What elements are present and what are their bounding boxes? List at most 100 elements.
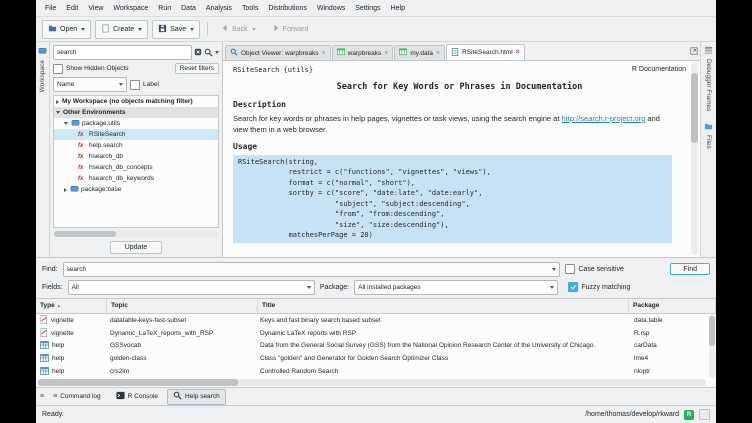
menu-distributions[interactable]: Distributions [263,5,312,12]
search-r-project-link[interactable]: http://search.r-project.org [562,114,646,123]
tab-help-search[interactable]: Help search [167,389,226,405]
label-checkbox[interactable] [130,80,140,90]
update-button[interactable]: Update [110,241,163,254]
table-row[interactable]: help GSSvocab Data from the General Soci… [36,339,716,352]
tree-label: package:utils [82,120,120,127]
back-arrow-icon [221,24,229,34]
close-tab-icon[interactable]: × [322,50,326,57]
help-icon [40,341,49,351]
package-icon [71,118,80,129]
save-button[interactable]: Save [152,20,200,39]
files-dock-tab[interactable]: Files [704,122,713,149]
tree-label: My Workspace (no objects matching filter… [62,98,193,105]
debugger-frames-dock-tab[interactable]: Debugger Frames [704,46,713,111]
tree-package-base[interactable]: package:base [54,184,218,195]
column-header-topic[interactable]: Topic [107,299,258,313]
column-header-package[interactable]: Package [629,299,716,313]
detach-view-icon[interactable] [690,47,698,57]
forward-button[interactable]: Forward [266,20,315,39]
table-row[interactable]: vignette datatable-keys-fast-subset Keys… [36,314,716,327]
package-icon [70,184,79,195]
expander-icon[interactable] [56,100,59,104]
table-horizontal-scrollbar[interactable] [38,379,706,386]
column-header-title[interactable]: Title [258,299,629,313]
tree-other-environments[interactable]: Other Environments [54,107,218,118]
tree-package-utils[interactable]: package:utils [54,118,218,129]
fuzzy-matching-checkbox[interactable] [568,282,578,292]
tree-label: RSiteSearch [89,131,126,138]
table-vertical-scrollbar[interactable] [709,314,715,378]
menu-edit[interactable]: Edit [61,5,83,12]
expander-icon[interactable] [64,122,68,125]
screen: File Edit View Workspace Run Data Analys… [0,0,752,423]
menu-view[interactable]: View [83,5,108,12]
document-scrollbar[interactable] [691,63,698,255]
close-tab-icon[interactable]: × [436,50,440,57]
menu-file[interactable]: File [40,5,61,12]
fields-value: All [72,284,79,291]
sort-by-combo[interactable]: Name [53,77,127,92]
create-button[interactable]: Create [95,20,148,39]
workspace-dock-tab[interactable]: Workspace [39,60,46,92]
toolview-menu-icon[interactable]: ≡ [40,393,44,400]
workspace-browser: Show Hidden Objects Reset filters Name L… [50,42,223,257]
dock-tab-label: Debugger Frames [705,59,712,111]
menu-tools[interactable]: Tools [237,5,263,12]
menu-help[interactable]: Help [386,5,410,12]
help-title: Search for Key Words or Phrases in Docum… [233,82,686,92]
tree-fn-help-search[interactable]: fx help.search [54,140,218,151]
tab-command-log[interactable]: ≡ Command log [47,391,107,403]
menu-run[interactable]: Run [153,5,176,12]
tab-my-data[interactable]: my.data × [394,45,445,60]
tree-horizontal-scrollbar[interactable] [54,231,218,237]
find-button[interactable]: Find [670,263,710,275]
tab-warpbreaks[interactable]: warpbreaks × [332,45,394,60]
reset-filters-button[interactable]: Reset filters [175,63,219,74]
r-engine-status-badge[interactable]: R [684,410,694,420]
help-search-icon [173,391,182,402]
tree-fn-hsearch-db[interactable]: fx hsearch_db [54,151,218,162]
new-document-icon [101,24,110,35]
menu-windows[interactable]: Windows [312,5,350,12]
tab-label: R Console [128,393,158,400]
open-button[interactable]: Open [42,20,91,39]
search-options-button[interactable] [204,48,219,57]
close-tab-icon[interactable]: × [384,50,388,57]
dock-tab-label: Files [705,135,712,149]
tab-r-console[interactable]: R Console [110,389,164,405]
tree-fn-hsearch-db-concepts[interactable]: fx hsearch_db_concepts [54,162,218,173]
column-header-type[interactable]: Type▲ [36,299,107,313]
table-row[interactable]: help golden-class Class "golden" and Gen… [36,352,716,365]
fields-combo[interactable]: All [68,280,315,295]
menu-workspace[interactable]: Workspace [108,5,153,12]
table-row[interactable]: vignette Dynamic_LaTeX_reports_with_RSP … [36,327,716,340]
help-icon [40,354,49,364]
tab-rsitesearch-html[interactable]: RSiteSearch.html × [446,44,525,60]
expander-icon[interactable] [56,111,60,114]
menu-analysis[interactable]: Analysis [201,5,237,12]
object-search-input[interactable] [53,45,192,60]
fields-label: Fields: [42,284,63,291]
main-toolbar: Open Create Save Back Forward [36,17,716,42]
function-icon: fx [78,132,87,138]
tree-my-workspace[interactable]: My Workspace (no objects matching filter… [54,96,218,107]
show-hidden-checkbox[interactable] [53,64,63,74]
document-tabbar: Object Viewer: warpbreaks × warpbreaks ×… [223,42,700,61]
menu-settings[interactable]: Settings [350,5,385,12]
case-sensitive-checkbox[interactable] [565,264,575,274]
clear-search-icon[interactable] [194,48,202,58]
usage-code-block[interactable]: RSiteSearch(string, restrict = c("functi… [233,155,672,243]
tab-object-viewer-warpbreaks[interactable]: Object Viewer: warpbreaks × [225,45,331,60]
object-viewer-icon [230,48,238,58]
rkward-window: File Edit View Workspace Run Data Analys… [36,0,716,423]
back-button[interactable]: Back [215,20,262,39]
find-combo[interactable]: search [63,262,561,277]
tree-fn-rsitesearch[interactable]: fx RSiteSearch [54,129,218,140]
table-row[interactable]: help crs2lm Controlled Random Search nlo… [36,365,716,378]
tree-fn-hsearch-db-keywords[interactable]: fx hsearch_db_keywords [54,173,218,184]
menu-data[interactable]: Data [176,5,201,12]
package-combo[interactable]: All installed packages [354,280,558,295]
tab-label: my.data [410,50,433,57]
close-tab-icon[interactable]: × [516,49,520,56]
expander-icon[interactable] [64,188,67,192]
